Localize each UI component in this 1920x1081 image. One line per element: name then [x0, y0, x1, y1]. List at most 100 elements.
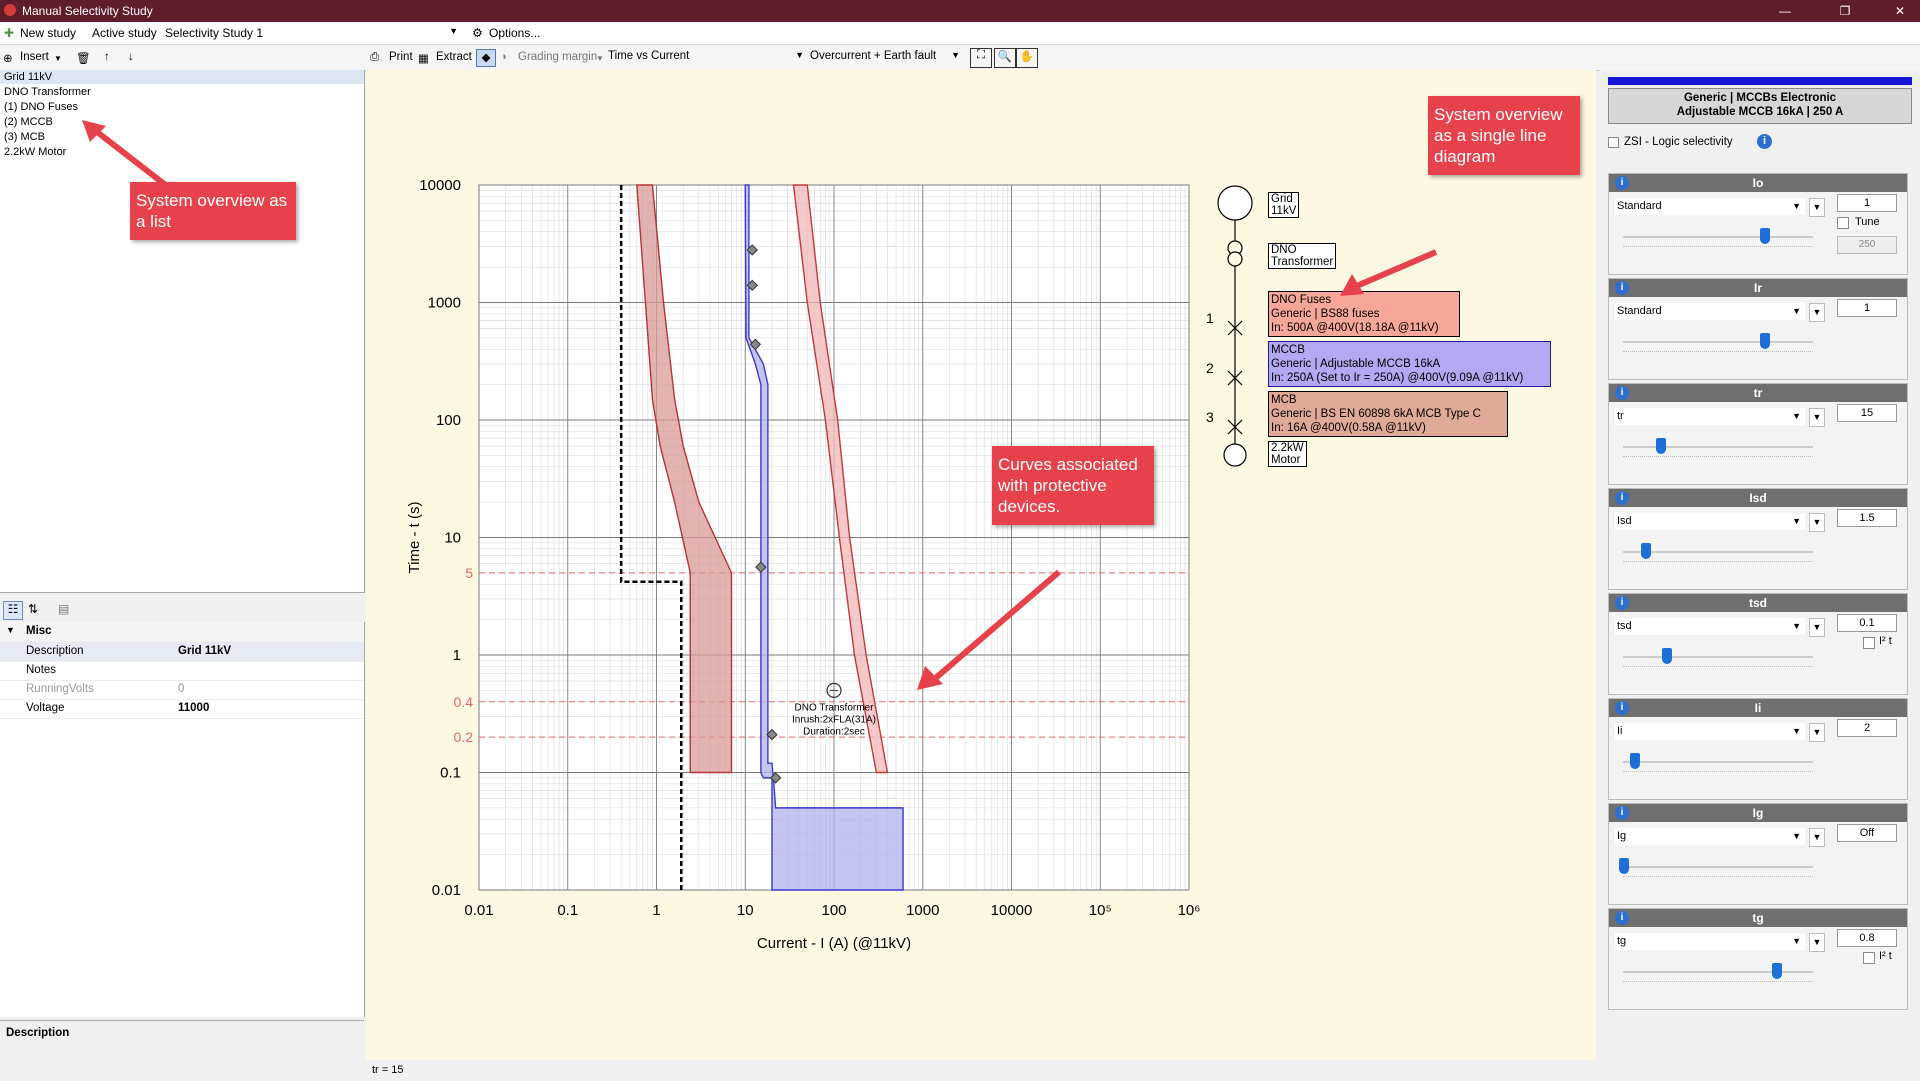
info-icon[interactable]: i	[1615, 806, 1629, 820]
options-button[interactable]: Options...	[489, 26, 540, 40]
tree-item-mccb[interactable]: (2) MCCB	[4, 116, 53, 128]
chevron-down-icon[interactable]: ▼	[1809, 618, 1825, 637]
setting-slider-track[interactable]	[1623, 866, 1813, 868]
setting-slider-handle[interactable]	[1661, 648, 1672, 664]
sld-grid-label[interactable]: Grid 11kV	[1268, 192, 1300, 218]
sld-transformer-symbol[interactable]	[1227, 251, 1243, 267]
property-row-description[interactable]: Description Grid 11kV	[0, 642, 364, 662]
fault-mode-select[interactable]: Overcurrent + Earth fault ▼	[810, 50, 962, 66]
chevron-down-icon[interactable]: ▼	[1809, 303, 1825, 322]
chevron-down-icon[interactable]: ▼	[1809, 723, 1825, 742]
print-button[interactable]: Print	[389, 51, 413, 63]
grading-margin-icon[interactable]: ◑	[500, 51, 507, 63]
gear-icon[interactable]: ⚙	[472, 26, 483, 40]
zoom-icon[interactable]: 🔍	[994, 48, 1016, 68]
pan-icon[interactable]: ✋	[1016, 48, 1038, 68]
tune-checkbox[interactable]	[1837, 217, 1849, 229]
property-value[interactable]: 0	[178, 683, 184, 695]
property-category-row[interactable]: ▼ Misc	[0, 622, 364, 642]
setting-slider-handle[interactable]	[1771, 963, 1782, 979]
setting-mode-select[interactable]: Isd ▼	[1615, 513, 1805, 530]
info-icon[interactable]: i	[1615, 911, 1629, 925]
property-value[interactable]: 11000	[178, 702, 209, 714]
move-up-icon[interactable]: ↑	[104, 51, 110, 63]
setting-mode-select[interactable]: tr ▼	[1615, 408, 1805, 425]
extract-icon[interactable]: ▦	[418, 51, 429, 65]
sld-grid-symbol[interactable]	[1217, 185, 1253, 221]
collapse-icon[interactable]: ▼	[6, 625, 15, 635]
maximize-button[interactable]: ❐	[1830, 2, 1860, 20]
tree-item-dno-fuses[interactable]: (1) DNO Fuses	[4, 101, 78, 113]
sld-device-mccb[interactable]: MCCB Generic | Adjustable MCCB 16kA In: …	[1268, 341, 1551, 387]
sld-motor-symbol[interactable]	[1223, 443, 1247, 467]
insert-button[interactable]: Insert	[20, 51, 49, 63]
extract-button[interactable]: Extract	[436, 51, 472, 63]
info-icon[interactable]: i	[1615, 491, 1629, 505]
property-row-notes[interactable]: Notes	[0, 661, 364, 681]
setting-value-field[interactable]: 15	[1837, 404, 1897, 422]
setting-slider-handle[interactable]	[1656, 438, 1667, 454]
chevron-down-icon[interactable]: ▼	[1809, 513, 1825, 532]
new-study-button[interactable]: New study	[20, 26, 76, 40]
setting-mode-select[interactable]: tg ▼	[1615, 933, 1805, 950]
grading-margin-button[interactable]: Grading margin	[518, 51, 597, 63]
info-icon[interactable]: i	[1615, 281, 1629, 295]
setting-slider-track[interactable]	[1623, 971, 1813, 973]
info-icon[interactable]: i	[1615, 386, 1629, 400]
property-pages-icon[interactable]: ▤	[58, 602, 69, 616]
info-icon[interactable]: i	[1615, 596, 1629, 610]
setting-slider-track[interactable]	[1623, 341, 1813, 343]
info-icon[interactable]: i	[1615, 176, 1629, 190]
zsi-checkbox[interactable]	[1608, 137, 1619, 148]
property-row-voltage[interactable]: Voltage 11000	[0, 699, 364, 719]
selection-mode-icon[interactable]: ◆	[476, 49, 496, 67]
minimize-button[interactable]: —	[1770, 2, 1800, 20]
active-study-select[interactable]: Selectivity Study 1 ▼	[160, 25, 460, 41]
sld-device-mcb[interactable]: MCB Generic | BS EN 60898 6kA MCB Type C…	[1268, 391, 1508, 437]
chevron-down-icon[interactable]: ▼	[1809, 408, 1825, 427]
i2t-checkbox[interactable]	[1863, 952, 1875, 964]
chart-area[interactable]: 0.01 0.1 1 10 100 1000 10000 10⁵ 10⁶ 10000 1000 100…	[366, 70, 1596, 1060]
setting-mode-select[interactable]: Ii ▼	[1615, 723, 1805, 740]
insert-icon[interactable]: ⊕	[3, 51, 13, 65]
info-icon[interactable]: i	[1757, 134, 1772, 149]
chevron-down-icon[interactable]: ▼	[1809, 828, 1825, 847]
chevron-down-icon[interactable]: ▼	[1809, 933, 1825, 952]
setting-slider-track[interactable]	[1623, 446, 1813, 448]
grading-margin-chevron-icon[interactable]: ▼	[596, 54, 604, 63]
setting-slider-track[interactable]	[1623, 761, 1813, 763]
setting-mode-select[interactable]: Ig ▼	[1615, 828, 1805, 845]
close-button[interactable]: ✕	[1885, 2, 1915, 20]
setting-value-field[interactable]: 2	[1837, 719, 1897, 737]
setting-slider-handle[interactable]	[1630, 753, 1641, 769]
setting-value-field[interactable]: 0.8	[1837, 929, 1897, 947]
i2t-checkbox[interactable]	[1863, 637, 1875, 649]
setting-slider-handle[interactable]	[1760, 333, 1771, 349]
categorized-view-icon[interactable]: ☷	[3, 601, 23, 620]
setting-mode-select[interactable]: tsd ▼	[1615, 618, 1805, 635]
info-icon[interactable]: i	[1615, 701, 1629, 715]
setting-mode-select[interactable]: Standard ▼	[1615, 198, 1805, 215]
setting-value-field[interactable]: Off	[1837, 824, 1897, 842]
property-row-runningvolts[interactable]: RunningVolts 0	[0, 680, 364, 700]
sld-transformer-label[interactable]: DNO Transformer	[1268, 243, 1337, 269]
setting-value-field[interactable]: 1	[1837, 299, 1897, 317]
setting-slider-handle[interactable]	[1641, 543, 1652, 559]
setting-slider-handle[interactable]	[1760, 228, 1771, 244]
setting-slider-track[interactable]	[1623, 551, 1813, 553]
setting-slider-handle[interactable]	[1619, 858, 1629, 874]
setting-slider-track[interactable]	[1623, 236, 1813, 238]
setting-value-field[interactable]: 0.1	[1837, 614, 1897, 632]
sld-motor-label[interactable]: 2.2kW Motor	[1268, 441, 1307, 467]
chevron-down-icon[interactable]: ▼	[1809, 198, 1825, 217]
tune-value-field[interactable]: 250	[1837, 236, 1897, 254]
alphabetical-view-icon[interactable]: ⇅	[28, 602, 38, 616]
fit-view-icon[interactable]: ⛶	[970, 48, 992, 68]
tree-item-mcb[interactable]: (3) MCB	[4, 131, 45, 143]
view-mode-select[interactable]: Time vs Current ▼	[608, 50, 806, 66]
setting-value-field[interactable]: 1.5	[1837, 509, 1897, 527]
setting-value-field[interactable]: 1	[1837, 194, 1897, 212]
insert-chevron-icon[interactable]: ▼	[54, 54, 62, 63]
print-icon[interactable]: ⎙	[370, 51, 379, 64]
setting-slider-track[interactable]	[1623, 656, 1813, 658]
